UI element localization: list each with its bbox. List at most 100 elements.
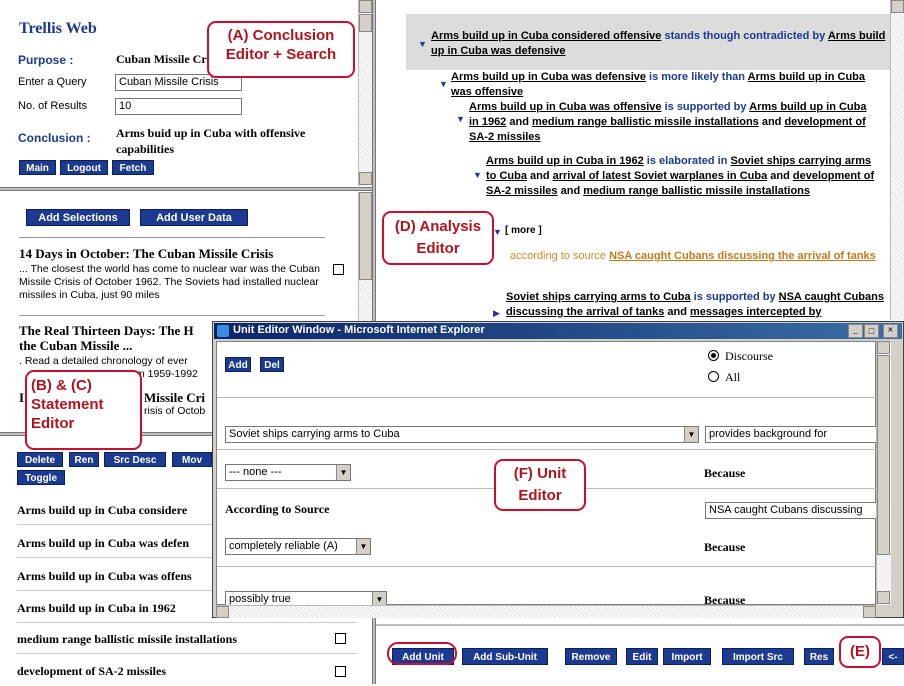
claim-level4[interactable]: Soviet ships carrying arms to Cuba is su… (506, 290, 891, 320)
back-button[interactable]: <- (882, 648, 904, 665)
pane-divider (0, 187, 372, 191)
scroll-down-icon[interactable] (359, 172, 372, 185)
reliability-select[interactable]: completely reliable (A) ▼ (225, 538, 371, 555)
result-snippet: m 1959-1992 (136, 368, 198, 380)
statement-item[interactable]: development of SA-2 missiles (17, 664, 166, 679)
rename-button[interactable]: Ren (69, 452, 99, 467)
claim-level3[interactable]: Arms build up in Cuba in 1962 is elabora… (486, 154, 876, 199)
relation-field[interactable]: provides background for (705, 426, 877, 443)
callout-conclusion-editor: (A) Conclusion Editor + Search (207, 21, 355, 78)
callout-analysis-editor: (D) Analysis Editor (382, 211, 494, 265)
radio-all[interactable]: All (708, 370, 740, 385)
app-title: Trellis Web (19, 20, 97, 37)
minimize-icon[interactable]: _ (848, 324, 863, 338)
claim-link[interactable]: arrival of latest Soviet warplanes in Cu… (553, 170, 768, 182)
claim-level2[interactable]: Arms build up in Cuba was offensive is s… (469, 100, 874, 145)
divider (217, 449, 877, 450)
statement-item[interactable]: medium range ballistic missile installat… (17, 632, 237, 647)
toggle-button[interactable]: Toggle (17, 470, 65, 485)
reset-button[interactable]: Res (804, 648, 834, 665)
delete-button[interactable]: Delete (17, 452, 63, 467)
conclusion-scrollbar[interactable] (358, 0, 373, 186)
header-claim[interactable]: Arms build up in Cuba considered offensi… (431, 29, 891, 59)
editor-scrollbar[interactable] (876, 341, 891, 605)
source-link[interactable]: NSA caught Cubans discussing the arrival… (609, 250, 876, 262)
scroll-down-icon[interactable] (877, 591, 890, 604)
scroll-thumb[interactable] (877, 355, 890, 555)
statement-item[interactable]: Arms build up in Cuba in 1962 (17, 601, 176, 616)
conclusion-text[interactable]: Arms buid up in Cuba with offensive capa… (116, 125, 341, 157)
fetch-button[interactable]: Fetch (112, 160, 154, 175)
callout-unit-editor: (F) Unit Editor (494, 459, 586, 511)
claim-link[interactable]: Arms build up in Cuba considered offensi… (431, 30, 661, 42)
result-title[interactable]: Missile Cri (144, 390, 205, 406)
claim-link[interactable]: medium range ballistic missile installat… (532, 116, 759, 128)
main-button[interactable]: Main (19, 160, 56, 175)
relation-text: stands though contradicted by (661, 30, 828, 42)
src-desc-button[interactable]: Src Desc (104, 452, 166, 467)
query-label: Enter a Query (18, 76, 87, 88)
close-icon[interactable]: × (883, 324, 898, 338)
chevron-down-icon[interactable]: ▼ (684, 427, 698, 442)
claim-link[interactable]: messages intercepted by (690, 306, 821, 318)
claim-link[interactable]: Arms build up in Cuba in 1962 (486, 155, 644, 167)
scroll-right-icon[interactable] (863, 606, 876, 618)
add-sub-unit-button[interactable]: Add Sub-Unit (462, 648, 548, 665)
analysis-scrollbar[interactable] (890, 0, 904, 320)
remove-button[interactable]: Remove (565, 648, 617, 665)
result-snippet: risis of Octob (144, 405, 206, 417)
chevron-down-icon[interactable]: ▼ (356, 539, 370, 554)
add-button[interactable]: Add (225, 357, 251, 372)
title-bar[interactable]: Unit Editor Window - Microsoft Internet … (214, 323, 902, 339)
statement-checkbox[interactable] (335, 633, 346, 644)
collapse-icon[interactable]: ▶ (493, 308, 500, 319)
claim-link[interactable]: Arms build up in Cuba was offensive (469, 101, 662, 113)
callout-statement-editor: (B) & (C) Statement Editor (25, 370, 142, 450)
collapse-icon[interactable]: ▼ (456, 114, 465, 124)
collapse-icon[interactable]: ▼ (473, 170, 482, 180)
del-button[interactable]: Del (260, 357, 284, 372)
editor-hscrollbar[interactable] (216, 605, 876, 618)
claim-level1[interactable]: Arms build up in Cuba was defensive is m… (451, 70, 881, 100)
chevron-down-icon[interactable]: ▼ (336, 465, 350, 480)
collapse-icon[interactable]: ▼ (418, 39, 427, 49)
move-button[interactable]: Mov (172, 452, 212, 467)
statement-item[interactable]: Arms build up in Cuba was offens (17, 569, 192, 584)
claim-link[interactable]: medium range ballistic missile installat… (583, 185, 810, 197)
add-selections-button[interactable]: Add Selections (26, 209, 130, 226)
scroll-up-icon[interactable] (891, 0, 904, 13)
because-label: Because (704, 540, 746, 554)
results-input[interactable]: 10 (115, 98, 242, 115)
result-checkbox[interactable] (333, 264, 344, 275)
scroll-up-icon[interactable] (877, 341, 890, 354)
logout-button[interactable]: Logout (60, 160, 108, 175)
statement-checkbox[interactable] (335, 666, 346, 677)
claim-link[interactable]: Soviet ships carrying arms to Cuba (506, 291, 691, 303)
statement-item[interactable]: Arms build up in Cuba was defen (17, 536, 189, 551)
none-select[interactable]: --- none --- ▼ (225, 464, 351, 481)
result-title[interactable]: The Real Thirteen Days: The H (19, 323, 194, 339)
result-title[interactable]: 14 Days in October: The Cuban Missile Cr… (19, 246, 273, 262)
claim-link[interactable]: Arms build up in Cuba was defensive (451, 71, 646, 83)
scroll-thumb[interactable] (359, 192, 372, 280)
more-link[interactable]: [ more ] (505, 225, 542, 236)
statement-select[interactable]: Soviet ships carrying arms to Cuba ▼ (225, 426, 699, 443)
edit-button[interactable]: Edit (626, 648, 658, 665)
divider (17, 622, 357, 623)
scroll-left-icon[interactable] (216, 606, 229, 618)
radio-discourse[interactable]: Discourse (708, 349, 773, 364)
import-button[interactable]: Import (663, 648, 711, 665)
result-title-cont[interactable]: the Cuban Missile ... (19, 338, 132, 354)
collapse-icon[interactable]: ▼ (439, 79, 448, 89)
collapse-icon[interactable]: ▼ (493, 227, 502, 237)
divider (17, 653, 357, 654)
source-field[interactable]: NSA caught Cubans discussing (705, 502, 877, 519)
statement-item[interactable]: Arms build up in Cuba considere (17, 503, 187, 518)
import-src-button[interactable]: Import Src (722, 648, 794, 665)
conclusion-label: Conclusion : (18, 131, 91, 145)
maximize-icon[interactable]: □ (864, 324, 879, 338)
scroll-up-icon[interactable] (359, 0, 372, 13)
scroll-thumb[interactable] (359, 14, 372, 32)
ie-icon (217, 325, 229, 337)
add-user-data-button[interactable]: Add User Data (140, 209, 248, 226)
